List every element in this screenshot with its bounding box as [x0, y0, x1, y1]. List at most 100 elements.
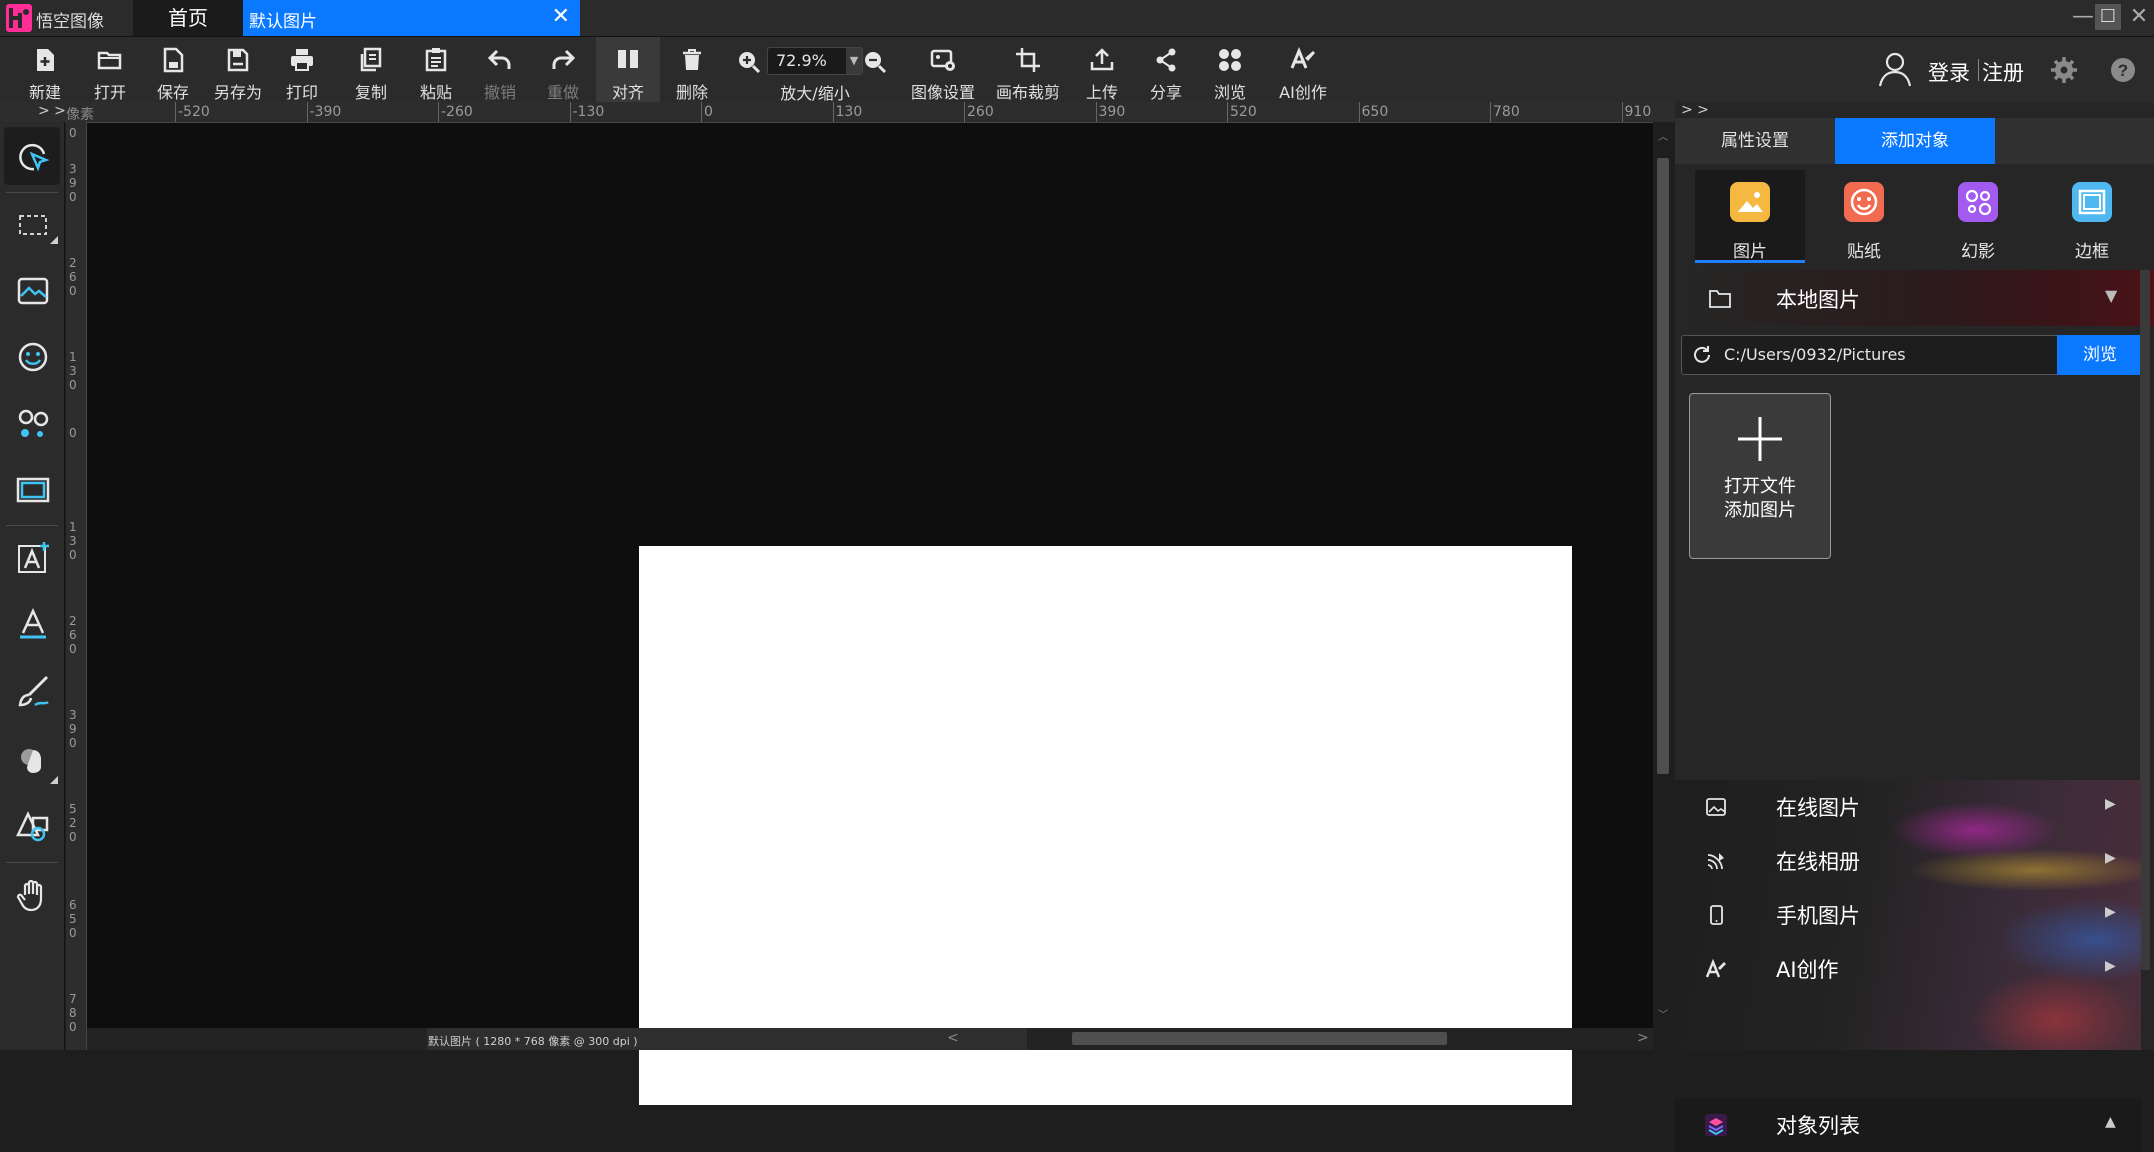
chevron-right-icon: ▶	[2105, 904, 2116, 920]
share-button[interactable]: 分享	[1141, 37, 1191, 102]
minimize-button[interactable]: —	[2068, 2, 2098, 32]
zoom-out-icon[interactable]	[863, 50, 887, 74]
canvas-crop-button[interactable]: 画布裁剪	[988, 37, 1068, 102]
ruler-collapse-toggle[interactable]: > >	[38, 103, 66, 119]
canvas-page[interactable]	[639, 546, 1572, 1105]
online-images-row[interactable]: 在线图片 ▶	[1675, 780, 2141, 834]
chevron-down-icon[interactable]: ▼	[2105, 286, 2117, 305]
horizontal-scroll-thumb[interactable]	[1072, 1032, 1447, 1045]
folder-path-value[interactable]: C:/Users/0932/Pictures	[1724, 345, 1906, 364]
redo-icon	[552, 49, 576, 69]
maximize-button[interactable]: ☐	[2095, 4, 2121, 30]
gear-icon[interactable]	[2050, 56, 2078, 84]
tab-close-icon[interactable]: ✕	[552, 4, 570, 29]
paste-button[interactable]: 粘贴	[411, 37, 461, 102]
copy-button[interactable]: 复制	[346, 37, 396, 102]
scroll-up-icon[interactable]: ︿	[1658, 128, 1668, 143]
chevron-right-icon: ▶	[2105, 958, 2116, 974]
image-settings-button[interactable]: 图像设置	[905, 37, 981, 102]
chevron-down-icon[interactable]: ▼	[846, 48, 862, 74]
category-frame[interactable]: 边框	[2037, 170, 2147, 262]
add-text-icon	[18, 542, 49, 573]
tab-document[interactable]: 默认图片 ✕	[243, 0, 580, 36]
refresh-icon[interactable]	[1691, 344, 1713, 366]
category-phantom-label: 幻影	[1961, 242, 1995, 262]
horizontal-ruler: > > 像素 -520 -390 -260 -130 0 130 260 390 520 650 7…	[0, 102, 1675, 123]
ruler-tick-label: -390	[309, 104, 342, 120]
tab-properties[interactable]: 属性设置	[1675, 118, 1835, 164]
object-list-row[interactable]: 对象列表 ▲	[1675, 1098, 2141, 1152]
login-link[interactable]: 登录	[1928, 57, 1970, 87]
browse-folder-button[interactable]: 浏览	[2057, 335, 2143, 375]
category-sticker[interactable]: 贴纸	[1809, 170, 1919, 262]
phone-images-row[interactable]: 手机图片 ▶	[1675, 888, 2141, 942]
align-icon	[618, 50, 638, 68]
user-avatar-icon[interactable]	[1878, 51, 1912, 87]
marquee-submenu-arrow[interactable]	[50, 236, 58, 244]
zoom-label: 放大/缩小	[780, 84, 850, 103]
browse-label: 浏览	[1213, 83, 1246, 102]
category-phantom[interactable]: 幻影	[1923, 170, 2033, 262]
ruler-tick	[569, 102, 571, 122]
shape-tool[interactable]	[4, 795, 60, 853]
text-style-tool[interactable]	[4, 595, 60, 653]
ai-create-label: AI创作	[1776, 958, 1839, 982]
new-file-icon	[37, 49, 54, 71]
zoom-combobox[interactable]: 72.9% ▼	[767, 47, 863, 75]
folder-path-field[interactable]: C:/Users/0932/Pictures	[1681, 335, 2058, 375]
scroll-right-icon[interactable]: >	[1637, 1030, 1649, 1046]
app-logo-icon	[6, 4, 32, 32]
undo-button[interactable]: 撤销	[475, 37, 525, 102]
ai-create-button[interactable]: AI创作	[1273, 37, 1333, 102]
frame-tool[interactable]	[4, 460, 60, 518]
online-images-label: 在线图片	[1776, 796, 1860, 820]
align-button[interactable]: 对齐	[596, 37, 660, 102]
ruler-tick-label: -260	[441, 104, 473, 120]
ruler-tick-label: 0	[704, 104, 713, 120]
select-tool[interactable]	[4, 127, 60, 185]
redo-button[interactable]: 重做	[538, 37, 588, 102]
zoom-in-icon[interactable]	[737, 50, 761, 74]
open-button[interactable]: 打开	[85, 37, 135, 102]
tab-add-object[interactable]: 添加对象	[1835, 118, 1995, 164]
vertical-scroll-thumb[interactable]	[1657, 158, 1669, 774]
sticker-category-icon	[1844, 182, 1884, 222]
online-album-row[interactable]: 在线相册 ▶	[1675, 834, 2141, 888]
scroll-left-icon[interactable]: <	[947, 1030, 959, 1046]
ai-create-row[interactable]: AI创作 ▶	[1675, 942, 2141, 996]
ruler-tick	[964, 102, 965, 122]
toolbox-divider	[6, 192, 58, 193]
add-text-tool[interactable]	[4, 528, 60, 586]
category-image[interactable]: 图片	[1695, 170, 1805, 263]
canvas-vertical-scrollbar[interactable]: ︿ ﹀	[1653, 122, 1675, 1028]
smudge-submenu-arrow[interactable]	[50, 776, 58, 784]
canvas-horizontal-scrollbar[interactable]: < >	[87, 1028, 1653, 1050]
online-album-label: 在线相册	[1776, 850, 1860, 874]
paste-label: 粘贴	[419, 83, 452, 102]
brush-tool[interactable]	[4, 662, 60, 720]
canvas-workspace[interactable]	[87, 123, 1653, 1105]
sticker-tool[interactable]	[4, 327, 60, 385]
trash-icon	[683, 49, 701, 70]
close-window-button[interactable]: ✕	[2124, 2, 2154, 32]
browse-button[interactable]: 浏览	[1205, 37, 1255, 102]
image-tool[interactable]	[4, 261, 60, 319]
zoom-value[interactable]: 72.9%	[776, 51, 827, 70]
open-file-card[interactable]: 打开文件 添加图片	[1689, 393, 1831, 559]
ruler-tick-label: 260	[967, 104, 994, 120]
new-button[interactable]: 新建	[20, 37, 70, 102]
print-button[interactable]: 打印	[277, 37, 327, 102]
save-button[interactable]: 保存	[148, 37, 198, 102]
phantom-tool[interactable]	[4, 394, 60, 452]
delete-button[interactable]: 删除	[667, 37, 717, 102]
local-images-header[interactable]: 本地图片 ▼	[1675, 270, 2154, 326]
panel-collapse-toggle[interactable]: > >	[1681, 102, 1709, 118]
scroll-down-icon[interactable]: ﹀	[1658, 1006, 1668, 1021]
help-icon[interactable]: ?	[2110, 57, 2136, 83]
pan-tool[interactable]	[4, 865, 60, 923]
register-link[interactable]: 注册	[1982, 57, 2024, 87]
upload-button[interactable]: 上传	[1077, 37, 1127, 102]
tab-home[interactable]: 首页	[133, 0, 243, 36]
save-as-button[interactable]: 另存为	[210, 37, 266, 102]
panel-scrollbar[interactable]	[2140, 270, 2150, 970]
